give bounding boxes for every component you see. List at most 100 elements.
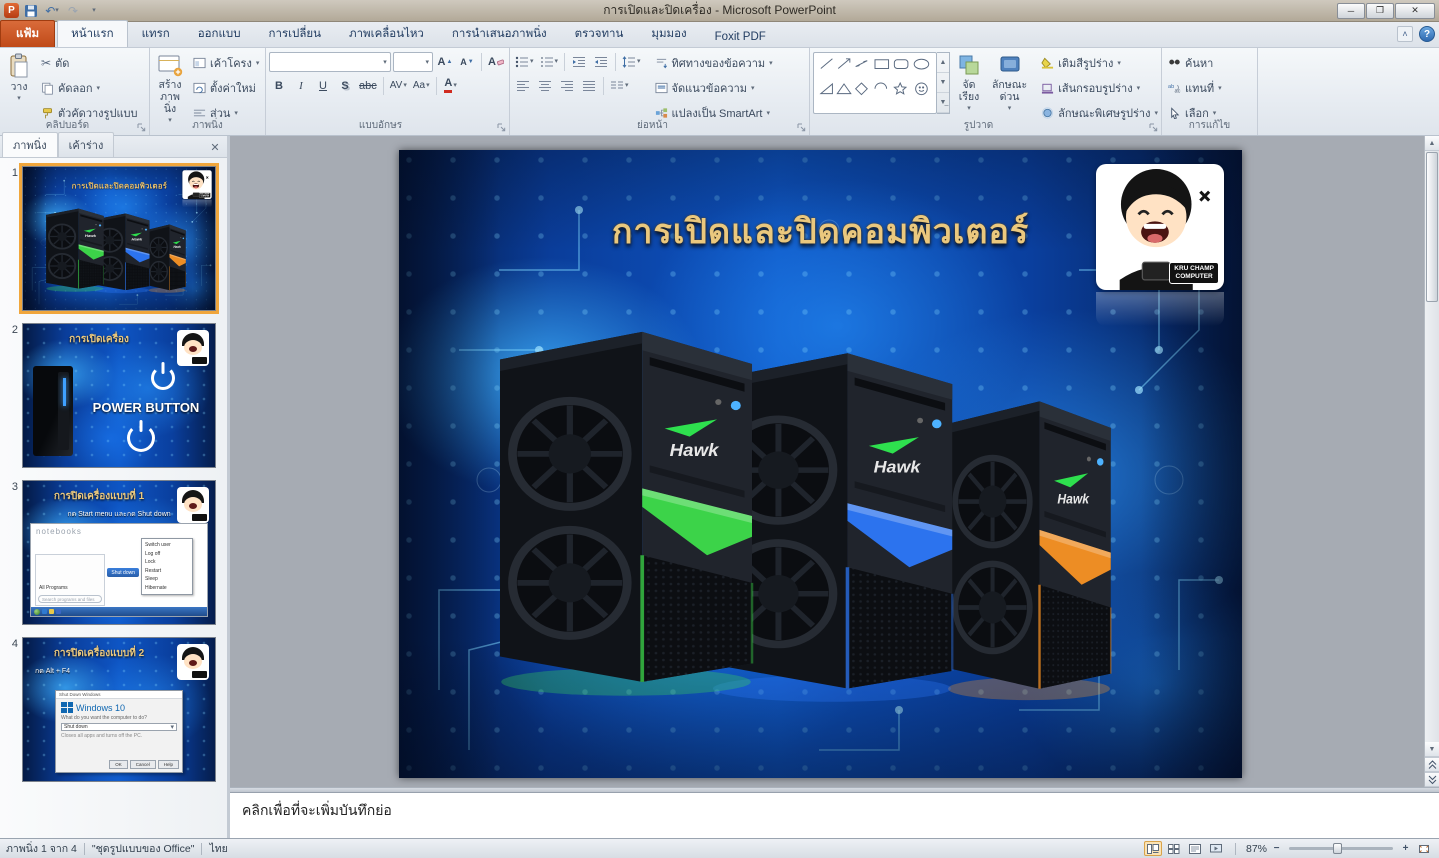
grow-font-button[interactable]: A▲ xyxy=(435,53,455,72)
text-direction-button[interactable]: ทิศทางของข้อความ▾ xyxy=(652,52,776,74)
panel-close-icon[interactable]: ✕ xyxy=(208,140,222,154)
numbering-button[interactable]: ▾ xyxy=(538,52,561,71)
gallery-up-arrow[interactable]: ▲ xyxy=(937,53,949,73)
restore-button[interactable]: ❐ xyxy=(1366,3,1394,19)
reading-view-button[interactable] xyxy=(1186,841,1204,856)
gallery-down-arrow[interactable]: ▼ xyxy=(937,73,949,93)
tab-file[interactable]: แฟ้ม xyxy=(0,20,55,47)
tab-slideshow[interactable]: การนำเสนอภาพนิ่ง xyxy=(438,20,561,47)
powerpoint-app-icon[interactable]: P xyxy=(4,3,19,18)
change-case-button[interactable]: Aa▾ xyxy=(411,76,432,95)
close-button[interactable]: ✕ xyxy=(1395,3,1435,19)
new-slide-button[interactable]: สร้างภาพนิ่ง ▾ xyxy=(153,50,187,127)
find-button[interactable]: ค้นหา xyxy=(1165,52,1254,74)
slide-4-thumbnail[interactable]: การปิดเครื่องแบบที่ 2 กด Alt + F4 Shut D… xyxy=(22,637,216,782)
copy-button[interactable]: คัดลอก▾ xyxy=(38,77,141,99)
minimize-button[interactable]: ─ xyxy=(1337,3,1365,19)
tab-animations[interactable]: ภาพเคลื่อนไหว xyxy=(335,20,438,47)
kru-champ-logo[interactable]: KRU CHAMP COMPUTER xyxy=(182,170,211,199)
undo-dropdown-arrow[interactable]: ▾ xyxy=(55,7,59,14)
columns-button[interactable]: ▾ xyxy=(608,76,631,95)
clear-formatting-button[interactable]: A xyxy=(486,53,506,72)
font-name-combo[interactable]: ▾ xyxy=(269,52,391,72)
layout-button[interactable]: เค้าโครง▾ xyxy=(190,52,262,74)
zoom-slider-thumb[interactable] xyxy=(1333,843,1342,854)
quick-styles-button[interactable]: ลักษณะด่วน▾ xyxy=(988,50,1031,115)
zoom-in-button[interactable]: + xyxy=(1399,842,1412,855)
align-center-button[interactable] xyxy=(535,76,555,95)
tab-foxit-pdf[interactable]: Foxit PDF xyxy=(701,26,780,47)
slide-canvas[interactable]: การเปิดและปิดคอมพิวเตอร์ xyxy=(399,150,1242,778)
slideshow-view-button[interactable] xyxy=(1207,841,1225,856)
zoom-percentage[interactable]: 87% xyxy=(1246,843,1267,855)
paragraph-dialog-launcher[interactable] xyxy=(796,122,807,133)
paste-dropdown-arrow[interactable]: ▾ xyxy=(17,95,21,102)
theme-name[interactable]: "ชุดรูปแบบของ Office" xyxy=(92,840,195,857)
clipboard-dialog-launcher[interactable] xyxy=(136,122,147,133)
save-button[interactable] xyxy=(22,2,40,20)
drawing-dialog-launcher[interactable] xyxy=(1148,122,1159,133)
tab-design[interactable]: ออกแบบ xyxy=(184,20,255,47)
notes-pane[interactable]: คลิกเพื่อที่จะเพิ่มบันทึกย่อ xyxy=(230,792,1439,838)
tab-view[interactable]: มุมมอง xyxy=(637,20,700,47)
shrink-font-button[interactable]: A▼ xyxy=(457,53,477,72)
normal-view-button[interactable] xyxy=(1144,841,1162,856)
bold-button[interactable]: B xyxy=(269,76,289,95)
kru-champ-logo[interactable]: KRU CHAMP COMPUTER xyxy=(1096,164,1224,290)
bullets-button[interactable]: ▾ xyxy=(513,52,536,71)
language-indicator[interactable]: ไทย xyxy=(209,840,227,857)
shape-outline-button[interactable]: เส้นกรอบรูปร่าง▾ xyxy=(1038,77,1161,99)
font-dialog-launcher[interactable] xyxy=(496,122,507,133)
slide-1-thumbnail[interactable]: การเปิดและปิดคอมพิวเตอร์ xyxy=(22,166,216,311)
align-right-button[interactable] xyxy=(557,76,577,95)
tab-transitions[interactable]: การเปลี่ยน xyxy=(255,20,335,47)
paste-button[interactable]: วาง ▾ xyxy=(3,50,35,105)
font-color-button[interactable]: A▾ xyxy=(441,76,461,95)
redo-button[interactable]: ↷ xyxy=(64,2,82,20)
scrollbar-thumb[interactable] xyxy=(1426,152,1438,302)
slide-3-thumbnail[interactable]: การปิดเครื่องแบบที่ 1 กด Start menu และก… xyxy=(22,480,216,625)
underline-button[interactable]: U xyxy=(313,76,333,95)
panel-tab-outline[interactable]: เค้าร่าง xyxy=(58,132,115,157)
minimize-ribbon-button[interactable]: ˄ xyxy=(1397,26,1413,42)
tab-insert[interactable]: แทรก xyxy=(128,20,184,47)
shapes-gallery[interactable] xyxy=(813,52,937,114)
character-spacing-button[interactable]: AV▾ xyxy=(388,76,409,95)
slide-sorter-view-button[interactable] xyxy=(1165,841,1183,856)
undo-button[interactable]: ↶▾ xyxy=(43,2,61,20)
gallery-more-button[interactable]: ▼̲ xyxy=(937,93,949,113)
fit-to-window-button[interactable] xyxy=(1415,841,1433,856)
help-button[interactable]: ? xyxy=(1419,26,1435,42)
slide-2-thumbnail[interactable]: การเปิดเครื่อง POWER BUTTON xyxy=(22,323,216,468)
line-spacing-button[interactable]: ▾ xyxy=(620,52,643,71)
next-slide-button[interactable] xyxy=(1425,772,1439,787)
justify-button[interactable] xyxy=(579,76,599,95)
scroll-down-arrow[interactable]: ▼ xyxy=(1425,742,1439,757)
scrollbar-track[interactable] xyxy=(1425,303,1439,742)
align-text-button[interactable]: จัดแนวข้อความ▾ xyxy=(652,77,776,99)
vertical-scrollbar[interactable]: ▲ ▼ xyxy=(1424,136,1439,787)
italic-button[interactable]: I xyxy=(291,76,311,95)
increase-indent-button[interactable] xyxy=(591,52,611,71)
tab-review[interactable]: ตรวจทาน xyxy=(561,20,638,47)
align-left-button[interactable] xyxy=(513,76,533,95)
previous-slide-button[interactable] xyxy=(1425,757,1439,772)
dialog-buttons: OKCancelHelp xyxy=(109,760,179,769)
text-shadow-button[interactable]: S xyxy=(335,76,355,95)
zoom-slider[interactable] xyxy=(1289,847,1393,850)
slide-canvas[interactable]: การเปิดและปิดคอมพิวเตอร์ xyxy=(23,167,216,311)
panel-tab-slides[interactable]: ภาพนิ่ง xyxy=(2,132,58,157)
scroll-up-arrow[interactable]: ▲ xyxy=(1425,136,1439,151)
tab-home[interactable]: หน้าแรก xyxy=(57,20,127,47)
shape-fill-button[interactable]: เติมสีรูปร่าง▾ xyxy=(1038,52,1161,74)
arrange-button[interactable]: จัดเรียง▾ xyxy=(953,50,985,115)
decrease-indent-button[interactable] xyxy=(569,52,589,71)
replace-button[interactable]: abacแทนที่▾ xyxy=(1165,77,1254,99)
zoom-out-button[interactable]: − xyxy=(1270,842,1283,855)
reset-button[interactable]: ตั้งค่าใหม่ xyxy=(190,77,262,99)
customize-qat-button[interactable]: ▾ xyxy=(85,2,103,20)
cut-button[interactable]: ✂ตัด xyxy=(38,52,141,74)
strikethrough-button[interactable]: abc xyxy=(357,76,379,95)
shapes-gallery-scrollbar[interactable]: ▲▼▼̲ xyxy=(937,52,950,114)
font-size-combo[interactable]: ▾ xyxy=(393,52,433,72)
